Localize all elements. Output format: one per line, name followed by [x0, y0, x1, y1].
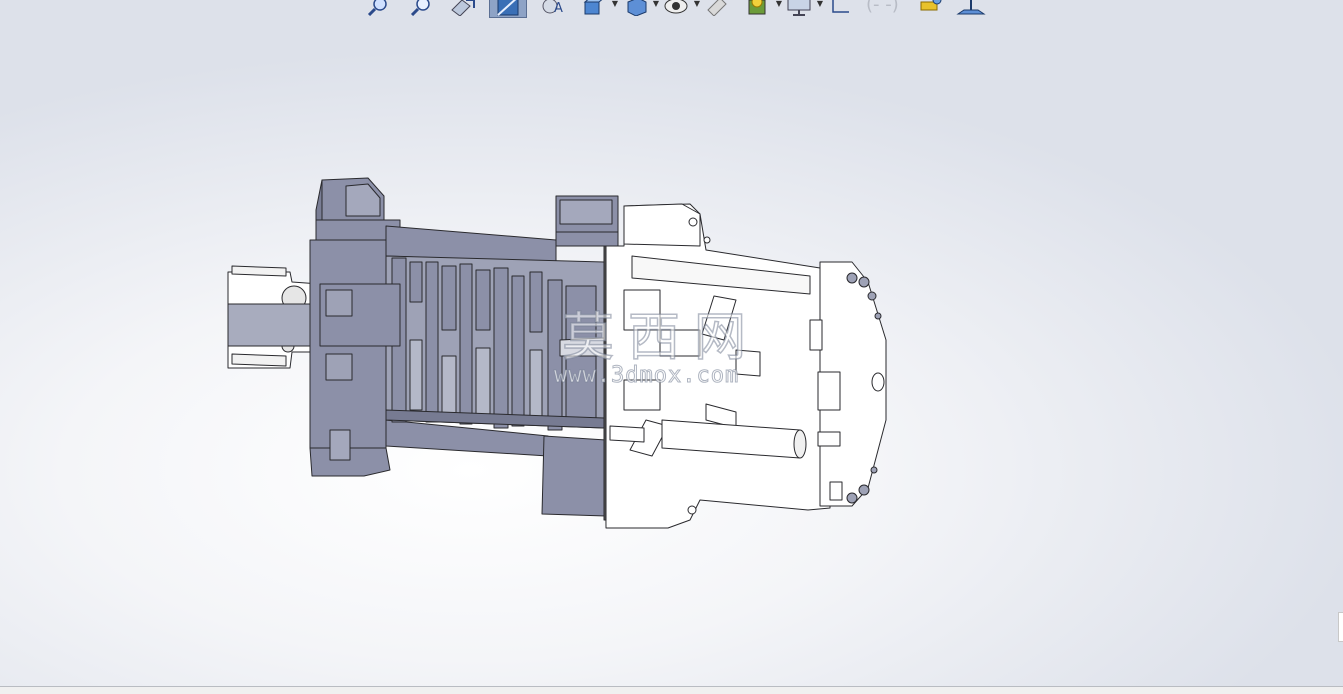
graphics-viewport[interactable]: A ▼ ▼ ▼ ▼ ▼ (- -) 莫西网 www.3dmox.com [0, 0, 1343, 686]
cad-model-section-view[interactable] [0, 0, 1343, 686]
task-pane-handle[interactable] [1338, 612, 1343, 642]
